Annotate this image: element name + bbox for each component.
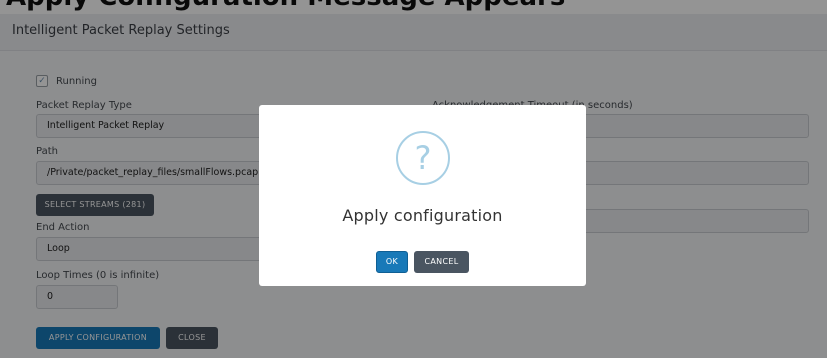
ok-button[interactable]: OK bbox=[376, 251, 408, 273]
cancel-button[interactable]: CANCEL bbox=[414, 251, 469, 273]
dialog-title: Apply configuration bbox=[342, 206, 503, 225]
question-icon: ? bbox=[396, 131, 450, 185]
